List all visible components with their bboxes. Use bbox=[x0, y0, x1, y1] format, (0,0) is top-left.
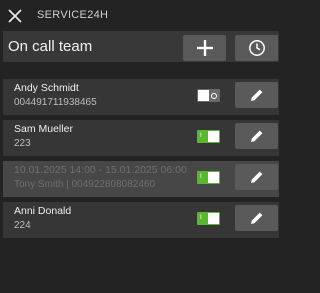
member-name: Anni Donald bbox=[14, 205, 72, 217]
on-call-team-header: On call team bbox=[3, 31, 279, 62]
toggle-knob bbox=[208, 172, 219, 183]
page-title: On call team bbox=[8, 38, 93, 55]
member-toggle[interactable]: I bbox=[197, 212, 220, 225]
edit-button[interactable] bbox=[235, 205, 278, 231]
member-row: Andy Schmidt 004491711938465 bbox=[3, 79, 279, 115]
pencil-icon bbox=[250, 130, 262, 142]
pencil-icon bbox=[250, 171, 262, 183]
member-phone: 223 bbox=[14, 138, 31, 149]
edit-button[interactable] bbox=[235, 164, 278, 190]
app-title: SERVICE24H bbox=[37, 9, 109, 21]
member-name: Sam Mueller bbox=[14, 123, 73, 135]
edit-button[interactable] bbox=[235, 82, 278, 108]
add-member-button[interactable] bbox=[183, 35, 226, 61]
toggle-on-mark: I bbox=[200, 215, 202, 221]
toggle-knob bbox=[208, 131, 219, 142]
toggle-knob bbox=[198, 90, 209, 101]
title-bar: SERVICE24H bbox=[0, 0, 300, 30]
toggle-knob bbox=[208, 213, 219, 224]
schedule-button[interactable] bbox=[235, 35, 278, 61]
member-name: Andy Schmidt bbox=[14, 82, 79, 94]
toggle-off-mark bbox=[211, 93, 217, 99]
member-period: 10.01.2025 14:00 - 15.01.2025 06:00 bbox=[14, 164, 187, 176]
close-icon[interactable] bbox=[6, 7, 24, 25]
member-phone: Tony Smith | 004922808082460 bbox=[14, 179, 156, 190]
member-phone: 004491711938465 bbox=[14, 97, 97, 108]
member-phone: 224 bbox=[14, 220, 31, 231]
member-toggle[interactable] bbox=[197, 89, 220, 102]
toggle-on-mark: I bbox=[200, 133, 202, 139]
member-row: Sam Mueller 223 I bbox=[3, 120, 279, 156]
member-toggle[interactable]: I bbox=[197, 130, 220, 143]
clock-icon bbox=[248, 40, 265, 56]
toggle-on-mark: I bbox=[200, 174, 202, 180]
member-row: 10.01.2025 14:00 - 15.01.2025 06:00 Tony… bbox=[3, 161, 279, 197]
pencil-icon bbox=[250, 89, 262, 101]
pencil-icon bbox=[250, 212, 262, 224]
plus-icon bbox=[196, 40, 213, 56]
edit-button[interactable] bbox=[235, 123, 278, 149]
member-row: Anni Donald 224 I bbox=[3, 202, 279, 238]
member-toggle[interactable]: I bbox=[197, 171, 220, 184]
